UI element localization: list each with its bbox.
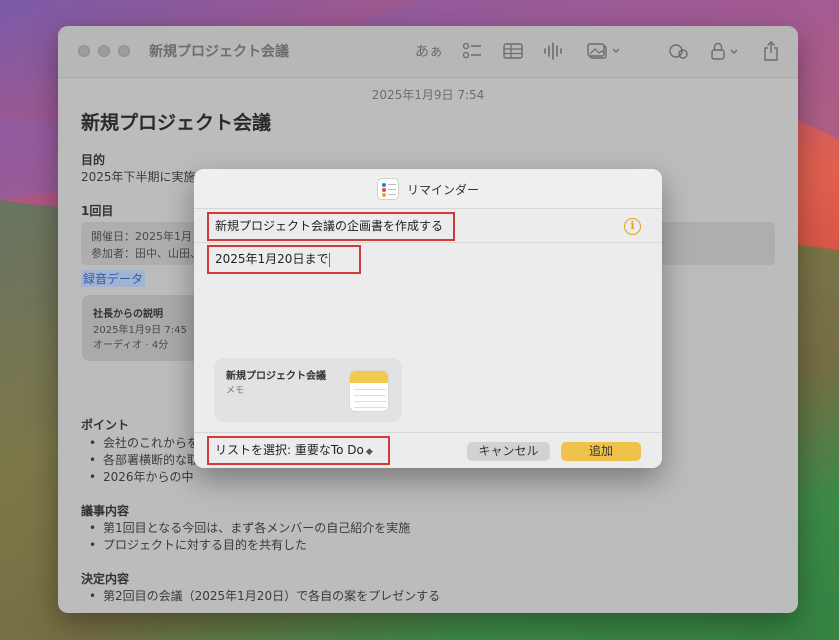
attachment-name: 新規プロジェクト会議 — [226, 371, 326, 382]
first-meeting-heading: 1回目 — [81, 204, 114, 218]
media-menu-icon[interactable] — [586, 40, 626, 62]
checklist-icon[interactable] — [461, 40, 483, 62]
agenda-heading: 議事内容 — [81, 504, 130, 518]
list-select-label: リストを選択: 重要なTo Do — [215, 443, 364, 457]
cancel-button[interactable]: キャンセル — [467, 442, 550, 461]
notes-thumbnail-icon — [349, 370, 389, 412]
window-titlebar: 新規プロジェクト会議 あぁ — [58, 26, 798, 78]
dialog-title: リマインダー — [407, 183, 480, 197]
recording-title: 社長からの説明 — [93, 309, 163, 320]
audio-waveform-icon[interactable] — [542, 40, 564, 62]
reminder-notes-field[interactable]: 2025年1月20日まで — [207, 245, 361, 274]
list-select-popup[interactable]: リストを選択: 重要なTo Do ◆ — [207, 436, 390, 465]
format-button[interactable]: あぁ — [415, 40, 443, 62]
note-date: 2025年1月9日 7:54 — [371, 88, 485, 102]
reminder-title-field[interactable]: 新規プロジェクト会議の企画書を作成する — [207, 212, 455, 241]
meeting-participants: 参加者：田中、山田、 — [91, 247, 201, 260]
collaborate-icon[interactable] — [668, 40, 690, 62]
info-icon[interactable]: i — [624, 218, 641, 235]
up-down-chevron-icon: ◆ — [365, 447, 373, 457]
dialog-header: リマインダー — [194, 169, 662, 209]
recording-link[interactable]: 録音データ — [81, 270, 146, 287]
agenda-item: 第1回目となる今回は、まず各メンバーの自己紹介を実施 — [89, 519, 410, 536]
reminder-title-row: 新規プロジェクト会議の企画書を作成する i — [194, 209, 662, 243]
add-button[interactable]: 追加 — [561, 442, 641, 461]
note-attachment-card[interactable]: 新規プロジェクト会議 メモ — [214, 358, 402, 422]
decision-item: 第2回目の会議（2025年1月20日）で各自の案をプレゼンする — [89, 587, 440, 604]
reminder-notes-text: 2025年1月20日まで — [215, 252, 329, 266]
purpose-heading: 目的 — [81, 153, 106, 167]
zoom-window-button[interactable] — [118, 45, 130, 57]
reminders-app-icon — [377, 178, 399, 200]
decision-heading: 決定内容 — [81, 572, 130, 586]
point-item: 2026年からの中 — [89, 468, 194, 485]
window-title: 新規プロジェクト会議 — [149, 44, 289, 60]
agenda-item: プロジェクトに対する目的を共有した — [89, 536, 307, 553]
share-icon[interactable] — [761, 40, 781, 62]
attachment-type: メモ — [226, 386, 245, 396]
point-item: 各部署横断的な取 — [89, 451, 199, 468]
minimize-window-button[interactable] — [98, 45, 110, 57]
text-cursor — [329, 252, 331, 267]
recording-meta: オーディオ · 4分 — [93, 340, 169, 351]
recording-date: 2025年1月9日 7:45 — [93, 325, 187, 336]
table-icon[interactable] — [502, 40, 524, 62]
dialog-footer: リストを選択: 重要なTo Do ◆ キャンセル 追加 — [194, 432, 662, 468]
point-item: 会社のこれからを — [89, 434, 199, 451]
purpose-text: 2025年下半期に実施 — [81, 170, 196, 184]
close-window-button[interactable] — [78, 45, 90, 57]
reminder-dialog: リマインダー 新規プロジェクト会議の企画書を作成する i 2025年1月20日ま… — [194, 169, 662, 468]
lock-menu-icon[interactable] — [708, 40, 744, 62]
note-title: 新規プロジェクト会議 — [81, 112, 272, 134]
points-heading: ポイント — [81, 418, 130, 432]
meeting-date: 開催日：2025年1月 — [91, 230, 192, 243]
